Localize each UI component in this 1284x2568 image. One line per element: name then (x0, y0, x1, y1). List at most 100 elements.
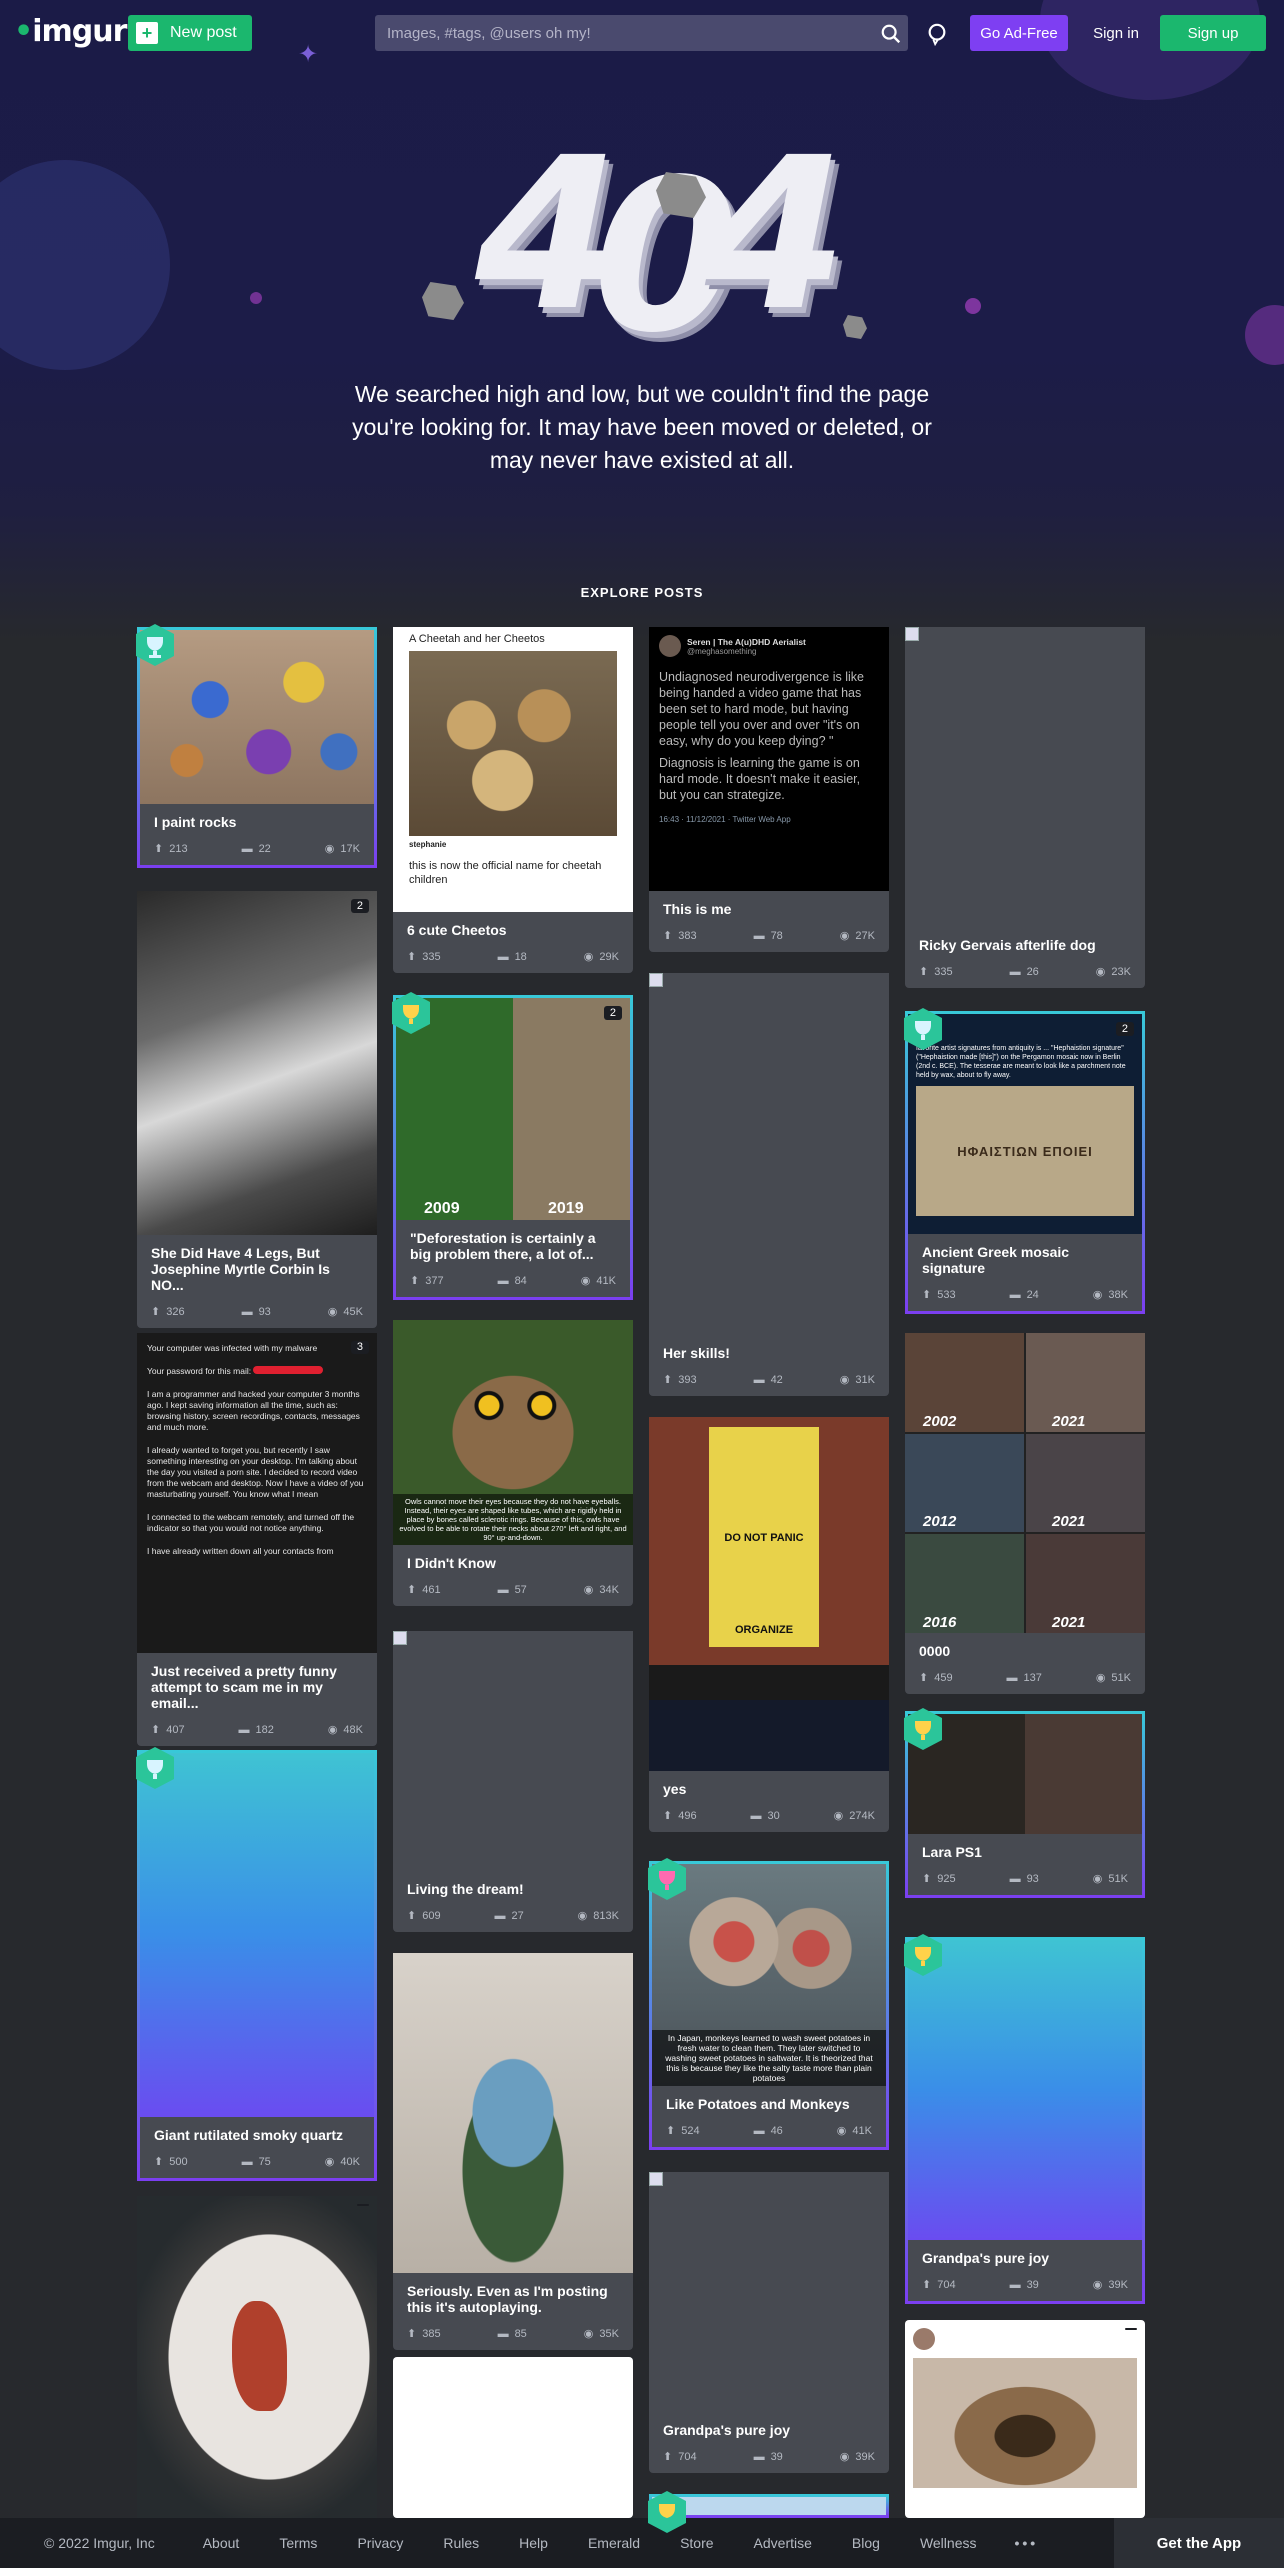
upvote-icon[interactable]: ⬆ (151, 1305, 160, 1318)
post-title[interactable]: She Did Have 4 Legs, But Josephine Myrtl… (137, 1235, 377, 1293)
post-thumbnail[interactable]: Seren | The A(u)DHD Aerialist @meghasomet… (649, 627, 889, 891)
post-title[interactable]: I paint rocks (140, 804, 374, 830)
search-icon[interactable] (880, 23, 902, 45)
post-card[interactable]: In Japan, monkeys learned to wash sweet … (648, 1858, 889, 2150)
upvote-icon[interactable]: ⬆ (154, 842, 163, 855)
post-card[interactable]: Grandpa's pure joy ⬆ 704 ▬ 39 ◉ 39K (649, 2172, 889, 2473)
footer-link-about[interactable]: About (203, 2535, 240, 2551)
upvote-icon[interactable]: ⬆ (407, 1909, 416, 1922)
sign-up-button[interactable]: Sign up (1160, 15, 1266, 51)
upvote-icon[interactable]: ⬆ (407, 950, 416, 963)
post-title[interactable]: Living the dream! (393, 1871, 633, 1897)
footer-link-terms[interactable]: Terms (279, 2535, 317, 2551)
post-card[interactable]: 3 Your computer was infected with my mal… (137, 1333, 377, 1746)
get-the-app-button[interactable]: Get the App (1114, 2518, 1284, 2568)
upvote-icon[interactable]: ⬆ (407, 1583, 416, 1596)
post-thumbnail[interactable]: 2 (137, 891, 377, 1235)
post-card[interactable] (137, 2196, 377, 2518)
upvote-icon[interactable]: ⬆ (922, 1288, 931, 1301)
post-card[interactable]: Seriously. Even as I'm posting this it's… (393, 1953, 633, 2350)
post-title[interactable]: Seriously. Even as I'm posting this it's… (393, 2273, 633, 2315)
upvote-icon[interactable]: ⬆ (663, 929, 672, 942)
post-title[interactable]: Grandpa's pure joy (649, 2412, 889, 2438)
new-post-button[interactable]: + New post (128, 15, 252, 51)
post-thumbnail[interactable] (905, 627, 1145, 927)
post-card[interactable] (905, 2320, 1145, 2518)
footer-link-store[interactable]: Store (680, 2535, 713, 2551)
post-title[interactable]: Lara PS1 (908, 1834, 1142, 1860)
upvote-icon[interactable]: ⬆ (663, 1809, 672, 1822)
post-title[interactable]: Like Potatoes and Monkeys (652, 2086, 886, 2112)
post-card[interactable]: Lara PS1 ⬆ 925 ▬ 93 ◉ 51K (904, 1708, 1145, 1898)
post-title[interactable]: "Deforestation is certainly a big proble… (396, 1220, 630, 1262)
post-thumbnail[interactable] (393, 1631, 633, 1871)
post-title-text[interactable]: Grandpa's pure joy (922, 2250, 1049, 2266)
footer-link-privacy[interactable]: Privacy (357, 2535, 403, 2551)
post-thumbnail[interactable]: DO NOT PANIC ORGANIZE (649, 1417, 889, 1771)
upvote-icon[interactable]: ⬆ (663, 1373, 672, 1386)
post-thumbnail[interactable] (905, 2320, 1145, 2518)
post-thumbnail[interactable]: A Cheetah and her Cheetos stephanie this… (393, 627, 633, 912)
search-input[interactable] (387, 24, 867, 42)
post-title[interactable]: yes (649, 1771, 889, 1797)
post-title[interactable]: I Didn't Know (393, 1545, 633, 1571)
upvote-icon[interactable]: ⬆ (663, 2450, 672, 2463)
upvote-icon[interactable]: ⬆ (919, 965, 928, 978)
post-title[interactable]: 0000 (905, 1633, 1145, 1659)
post-title[interactable]: Giant rutilated smoky quartz (140, 2117, 374, 2143)
upvote-icon[interactable]: ⬆ (407, 2327, 416, 2340)
footer-link-help[interactable]: Help (519, 2535, 548, 2551)
post-card[interactable]: Ricky Gervais afterlife dog ⬆ 335 ▬ 26 ◉ 23… (905, 627, 1145, 988)
more-menu-icon[interactable]: ••• (1014, 2535, 1038, 2551)
post-thumbnail[interactable] (649, 2172, 889, 2412)
post-card[interactable]: Giant rutilated smoky quartz ⬆ 500 ▬ 75 ◉ 4… (136, 1747, 377, 2181)
bell-icon[interactable] (926, 22, 948, 46)
post-thumbnail[interactable] (137, 2196, 377, 2518)
post-thumbnail[interactable] (649, 973, 889, 1335)
post-card[interactable]: A Cheetah and her Cheetos stephanie this… (393, 627, 633, 973)
post-title[interactable]: Lara PS1Grandpa's pure joy (908, 2240, 1142, 2266)
upvote-icon[interactable]: ⬆ (410, 1274, 419, 1287)
post-card[interactable]: Living the dream! ⬆ 609 ▬ 27 ◉ 813K (393, 1631, 633, 1932)
sign-in-link[interactable]: Sign in (1088, 15, 1144, 51)
post-thumbnail[interactable]: 2002 2021 2012 2021 2016 2021 (905, 1333, 1145, 1633)
post-title[interactable]: Ricky Gervais afterlife dog (905, 927, 1145, 953)
post-thumbnail[interactable]: 3 Your computer was infected with my mal… (137, 1333, 377, 1653)
post-thumbnail[interactable] (393, 2357, 633, 2518)
post-card[interactable] (648, 2491, 889, 2533)
post-thumbnail[interactable] (140, 1753, 374, 2117)
post-title[interactable]: 6 cute Cheetos (393, 912, 633, 938)
post-title[interactable]: Her skills! (649, 1335, 889, 1361)
post-card[interactable] (393, 2357, 633, 2518)
footer-link-blog[interactable]: Blog (852, 2535, 880, 2551)
post-card[interactable]: Seren | The A(u)DHD Aerialist @meghasomet… (649, 627, 889, 952)
imgur-logo[interactable]: •imgur (14, 14, 127, 49)
upvote-icon[interactable]: ⬆ (154, 2155, 163, 2168)
post-card[interactable]: Owls cannot move their eyes because they… (393, 1320, 633, 1606)
post-title[interactable]: This is me (649, 891, 889, 917)
post-card[interactable]: DO NOT PANIC ORGANIZE yes ⬆ 496 ▬ 30 ◉ 274K (649, 1417, 889, 1832)
footer-link-rules[interactable]: Rules (443, 2535, 479, 2551)
upvote-icon[interactable]: ⬆ (919, 1671, 928, 1684)
post-title[interactable]: Just received a pretty funny attempt to … (137, 1653, 377, 1711)
post-card[interactable]: 2002 2021 2012 2021 2016 2021 0000 ⬆ 459 … (905, 1333, 1145, 1694)
upvote-icon[interactable]: ⬆ (151, 1723, 160, 1736)
post-title[interactable]: Ancient Greek mosaic signature (908, 1234, 1142, 1276)
post-card[interactable]: Her skills! ⬆ 393 ▬ 42 ◉ 31K (649, 973, 889, 1396)
go-ad-free-button[interactable]: Go Ad-Free (970, 15, 1068, 51)
post-card[interactable]: 2 favorite artist signatures from antiqu… (904, 1008, 1145, 1314)
post-card[interactable]: I paint rocks ⬆ 213 ▬ 22 ◉ 17K (136, 624, 377, 868)
post-thumbnail[interactable] (393, 1953, 633, 2273)
upvote-icon[interactable]: ⬆ (666, 2124, 675, 2137)
post-card[interactable]: 2 2009 2019 "Deforestation is certainly … (392, 992, 633, 1300)
footer-link-wellness[interactable]: Wellness (920, 2535, 977, 2551)
footer-link-emerald[interactable]: Emerald (588, 2535, 640, 2551)
post-card[interactable]: Lara PS1 Lara PS1Grandpa's pure joy ⬆704… (904, 1934, 1145, 2304)
upvote-count: 335 (934, 965, 953, 978)
upvote-icon[interactable]: ⬆ (922, 2278, 931, 2291)
post-thumbnail[interactable]: Owls cannot move their eyes because they… (393, 1320, 633, 1545)
footer-link-advertise[interactable]: Advertise (754, 2535, 812, 2551)
post-thumbnail[interactable] (908, 1940, 1142, 2240)
upvote-icon[interactable]: ⬆ (922, 1872, 931, 1885)
post-card[interactable]: 2 She Did Have 4 Legs, But Josephine Myr… (137, 891, 377, 1328)
